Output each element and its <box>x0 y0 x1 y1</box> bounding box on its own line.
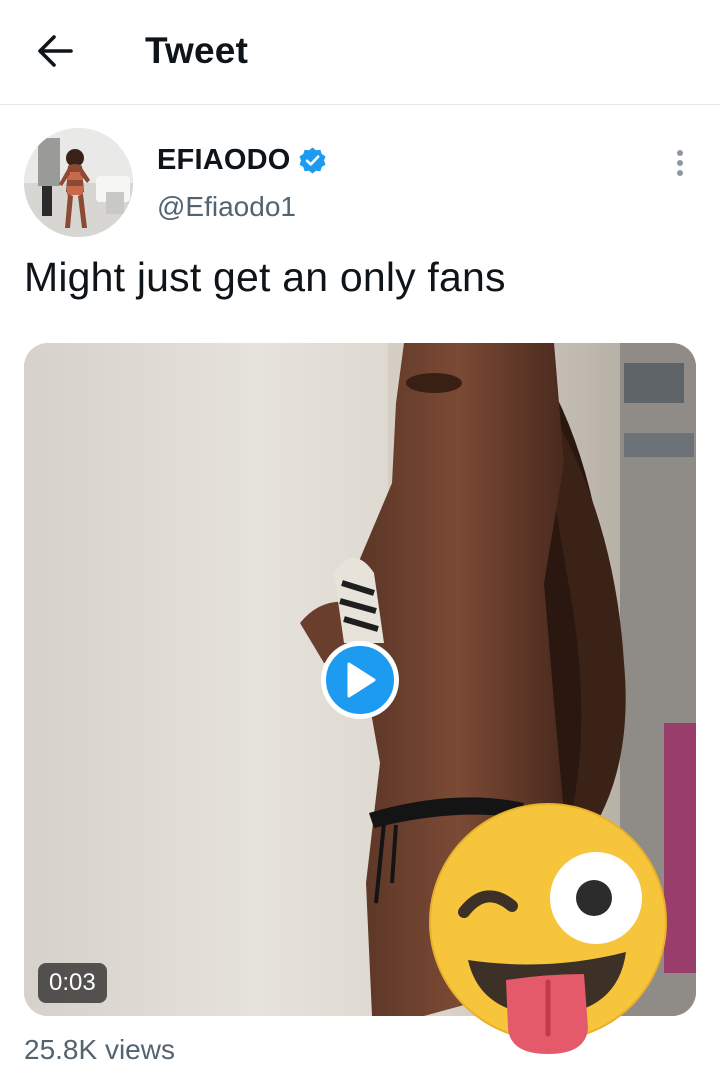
page-title: Tweet <box>145 30 249 71</box>
top-bar: Tweet <box>0 0 720 105</box>
more-options-button[interactable] <box>664 146 696 180</box>
avatar[interactable] <box>24 128 133 237</box>
view-count: 25.8K views <box>24 1034 175 1065</box>
author-name[interactable]: EFIAODO <box>157 144 291 177</box>
play-button[interactable] <box>321 641 399 719</box>
more-vertical-icon <box>677 150 683 156</box>
verified-badge-icon <box>299 147 326 174</box>
back-button[interactable] <box>30 28 80 74</box>
tweet-text: Might just get an only fans <box>24 254 506 300</box>
play-icon <box>347 662 376 698</box>
winking-face-with-tongue-emoji <box>429 803 667 1054</box>
author-handle[interactable]: @Efiaodo1 <box>157 191 296 223</box>
video-duration: 0:03 <box>38 963 107 1003</box>
arrow-left-icon <box>38 35 73 67</box>
